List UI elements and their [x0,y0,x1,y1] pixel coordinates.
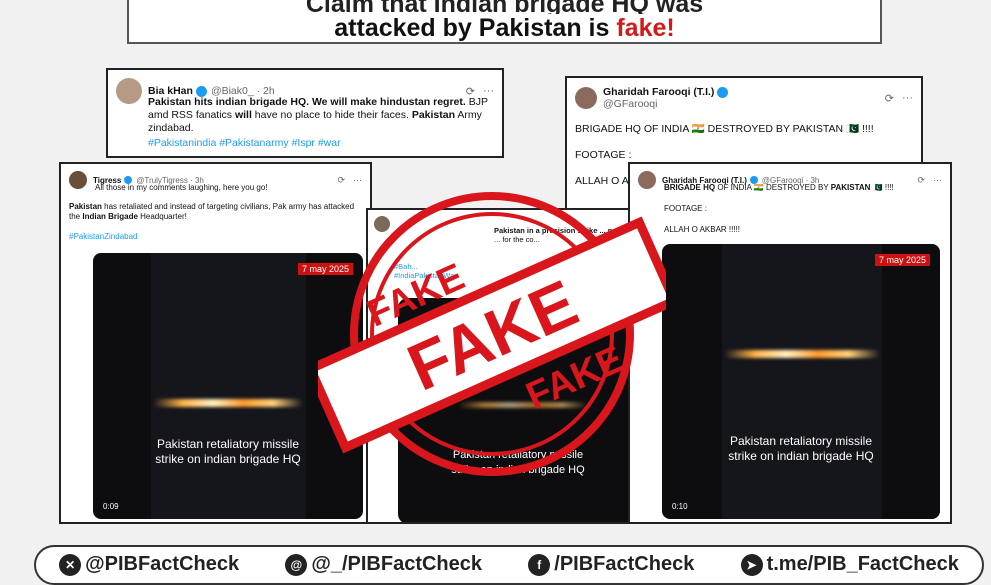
x-icon: ✕ [59,553,82,576]
fake-stamp: FAKE FAKE FAKE [318,192,666,476]
verified-badge-icon [195,85,207,97]
footer-label: @_/PIBFactCheck [311,553,483,575]
tweet-text-part: have no place to hide their faces. [251,109,412,121]
grok-icon[interactable]: ⟳ [917,175,925,186]
tweet-text: FOOTAGE : [575,149,632,161]
tweet-text: BRIGADE HQ OF INDIA 🇮🇳 DESTROYED BY PAKI… [575,123,874,135]
facebook-icon: f [528,553,551,576]
video-explosion-glow [724,350,880,358]
tweet-card-gharidah-front[interactable]: Gharidah Farooqi (T.I.) @GFarooqi · 3h ⟳… [628,162,952,524]
grok-icon[interactable]: ⟳ [885,92,894,105]
tweet-text-part: Headquarter! [137,212,187,221]
headline-line-1: Claim that Indian brigade HQ was [305,0,704,14]
video-frame [151,253,306,519]
footer-item-facebook[interactable]: f /PIBFactCheck [528,553,694,576]
headline-line-2-text: attacked by Pakistan is [334,14,617,42]
tweet-text-bold: BRIGADE HQ [664,183,716,192]
video-caption-line: strike on indian brigade HQ [728,449,874,463]
tweet-hashtags[interactable]: #Pakistanindia #Pakistanarmy #Ispr #war [148,137,494,149]
avatar[interactable] [69,171,87,189]
video-timestamp: 0:10 [672,502,688,511]
threads-icon: @ [285,553,308,576]
tweet-video[interactable]: 7 may 2025 Pakistan retaliatory missile … [662,244,940,519]
more-options-icon[interactable]: ··· [933,175,942,186]
avatar[interactable] [116,78,142,104]
headline-fake-word: fake! [616,14,675,42]
avatar[interactable] [575,87,597,109]
tweet-text: ALLAH O AKBAR !!!!! [664,225,741,234]
footer-item-x[interactable]: ✕ @PIBFactCheck [59,553,239,576]
video-explosion-glow [153,399,303,407]
tweet-text-part: 🇵🇰 !!!! [870,183,894,192]
tweet-text-bold: PAKISTAN [830,183,871,192]
headline-line-2: attacked by Pakistan is fake! [129,14,880,42]
tweet-text-part: OF INDIA 🇮🇳 DESTROYED BY [715,183,831,192]
verified-badge-icon [717,86,729,98]
tweet-text-bold: Pakistan [411,109,456,121]
video-frame [722,244,882,519]
video-date-label: 7 may 2025 [874,254,930,266]
tweet-text-bold: Pakistan hits indian brigade HQ. We will… [148,96,466,108]
footer-item-threads[interactable]: @ @_/PIBFactCheck [285,553,482,576]
footer-label: @PIBFactCheck [85,553,240,575]
video-timestamp: 0:09 [103,502,119,511]
tweet-text: BRIGADE HQ OF INDIA 🇮🇳 DESTROYED BY PAKI… [664,183,942,192]
video-caption-line: Pakistan retaliatory missile [729,434,873,448]
more-options-icon[interactable]: ··· [902,92,913,105]
headline-banner: Claim that Indian brigade HQ was attacke… [127,0,882,44]
tweet-text-bold: Indian Brigade [82,212,138,221]
author-handle[interactable]: @GFarooqi [603,98,728,110]
author-name[interactable]: Gharidah Farooqi (T.I.) [603,86,714,98]
tweet-text: FOOTAGE : [664,204,707,213]
telegram-icon: ➤ [740,553,763,576]
footer-item-telegram[interactable]: ➤ t.me/PIB_FactCheck [740,553,959,576]
tweet-text: Pakistan hits indian brigade HQ. We will… [148,96,494,135]
video-caption: Pakistan retaliatory missile strike on i… [662,434,940,464]
tweet-text-bold: will [234,109,252,121]
tweet-text-bold: Pakistan [69,202,102,211]
footer-label: /PIBFactCheck [554,553,695,575]
tweet-card-bia-khan[interactable]: Bia kHan @Biak0_ · 2h ⟳ ··· Pakistan hit… [106,68,504,158]
footer-label: t.me/PIB_FactCheck [766,553,959,575]
social-footer: ✕ @PIBFactCheck @ @_/PIBFactCheck f /PIB… [34,545,984,585]
